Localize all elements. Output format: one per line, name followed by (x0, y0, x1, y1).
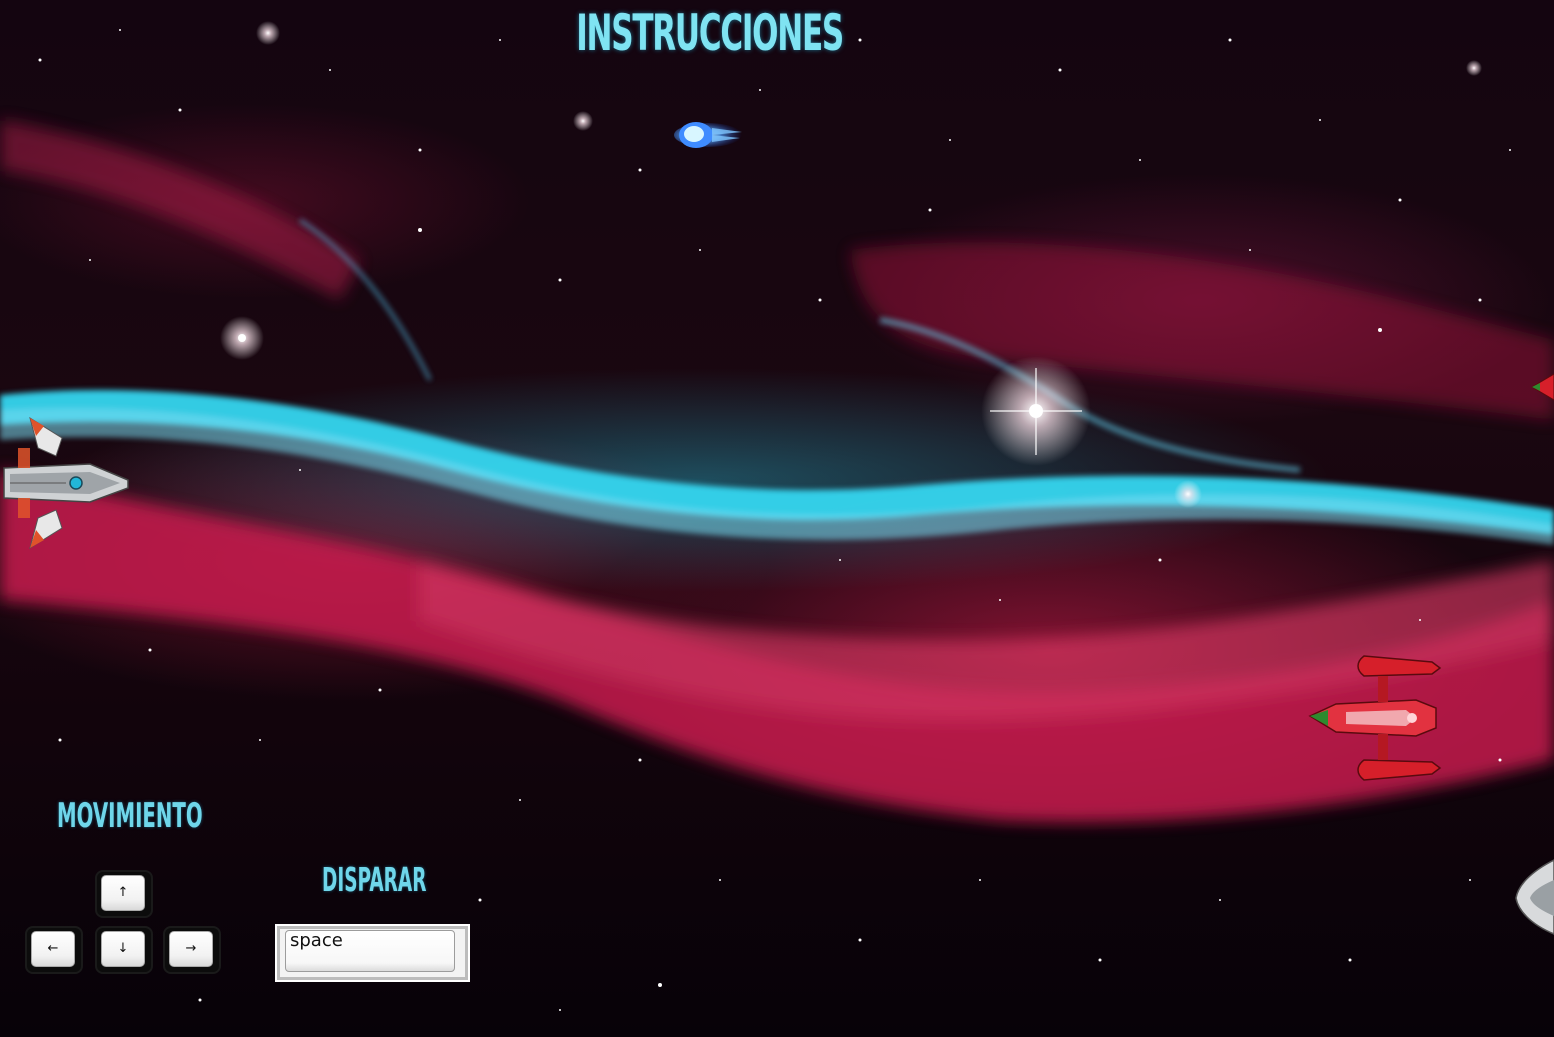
fire-label: DISPARAR (322, 860, 427, 899)
arrow-right-icon: → (169, 931, 213, 967)
key-up: ↑ (95, 870, 153, 918)
key-right: → (163, 926, 221, 974)
enemy-ship-offscreen-bottom (1515, 859, 1554, 935)
arrow-down-icon: ↓ (101, 931, 145, 967)
space-key-label: space (285, 930, 455, 972)
movement-label: MOVIMIENTO (57, 796, 203, 836)
comet-projectile (674, 122, 742, 148)
page-title: INSTRUCCIONES (576, 4, 844, 62)
arrow-left-icon: ← (31, 931, 75, 967)
key-space: space (275, 924, 470, 982)
key-down: ↓ (95, 926, 153, 974)
enemy-ship-red (1308, 655, 1442, 781)
key-left: ← (25, 926, 83, 974)
space-background (0, 21, 1554, 1011)
player-ship (3, 416, 129, 550)
arrow-up-icon: ↑ (101, 875, 145, 911)
enemy-ship-offscreen-top (1532, 373, 1554, 401)
game-screen: INSTRUCCIONES MOVIMIENTO ↑ ← ↓ → DISPARA… (0, 0, 1554, 1037)
